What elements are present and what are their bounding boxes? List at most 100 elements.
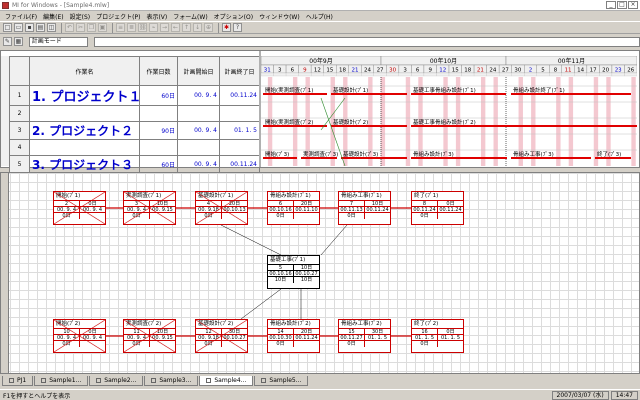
close-button[interactable]: × xyxy=(628,1,638,9)
network-node[interactable]: 基礎設計(ﾌﾟ2) 12 30日 00. 9.18 00.10.27 0日 xyxy=(195,319,248,353)
end-cell[interactable]: 00.11.24 xyxy=(219,155,260,174)
network-node[interactable]: 基礎工事(ﾌﾟ1) 5 10日 00.10.16 00.10.27 10日 10日 xyxy=(267,255,320,289)
day-label: 17 xyxy=(590,68,597,74)
task-name-cell[interactable]: 1. プロジェクト１ xyxy=(29,85,140,106)
print-icon[interactable]: ▤ xyxy=(36,23,45,32)
move-down-icon[interactable]: ↓ xyxy=(193,23,202,32)
network-node[interactable]: 開始(ﾌﾟ1) 2 0日 00. 9. 4 00. 9. 4 0日 xyxy=(53,191,106,225)
end-cell[interactable] xyxy=(219,105,260,122)
row-number[interactable]: 5 xyxy=(9,155,30,174)
end-cell[interactable]: 00.11.24 xyxy=(219,85,260,106)
col-header-name[interactable]: 作業名 xyxy=(29,56,140,86)
row-number[interactable]: 4 xyxy=(9,139,30,156)
network-node[interactable]: 骨組み工事(ﾌﾟ2) 15 30日 00.11.27 01. 1. 5 0日 xyxy=(338,319,391,353)
start-cell[interactable] xyxy=(177,139,220,156)
network-node[interactable]: 終了(ﾌﾟ1) 8 0日 00.11.24 00.11.24 0日 xyxy=(411,191,464,225)
network-diagram[interactable]: 開始(ﾌﾟ1) 2 0日 00. 9. 4 00. 9. 4 0日 実測調査(ﾌﾟ1) 3 10… xyxy=(0,172,640,374)
table-row[interactable]: 4 xyxy=(9,139,260,156)
calculate-icon[interactable]: ✱ xyxy=(222,23,231,32)
link-icon[interactable]: ⛓ xyxy=(138,23,147,32)
end-cell[interactable] xyxy=(219,139,260,156)
menu-view[interactable]: 表示(V) xyxy=(143,12,170,21)
copy-icon[interactable]: ❐ xyxy=(87,23,96,32)
menu-form[interactable]: フォーム(W) xyxy=(170,12,210,21)
table-row[interactable]: 5 3. プロジェクト３ 60日 00. 9. 4 00.11.24 xyxy=(9,155,260,174)
cell-edit-input[interactable] xyxy=(93,36,640,47)
days-cell[interactable]: 60日 xyxy=(139,155,178,174)
cut-icon[interactable]: ✂ xyxy=(76,23,85,32)
move-up-icon[interactable]: ↑ xyxy=(182,23,191,32)
outdent-icon[interactable]: ← xyxy=(171,23,180,32)
network-node[interactable]: 実測調査(ﾌﾟ2) 11 10日 00. 9. 4 00. 9.15 0日 xyxy=(123,319,176,353)
network-node[interactable]: 開始(ﾌﾟ2) 10 0日 00. 9. 4 00. 9. 4 0日 xyxy=(53,319,106,353)
days-cell[interactable]: 90日 xyxy=(139,121,178,140)
gantt-bar-label: 基礎設計(ﾌﾟ2) xyxy=(333,118,368,126)
undo-icon[interactable]: ↶ xyxy=(65,23,74,32)
weekday-cell xyxy=(524,72,537,77)
paste-icon[interactable]: ▣ xyxy=(98,23,107,32)
save-icon[interactable]: ▪ xyxy=(25,23,34,32)
day-label: 12 xyxy=(439,68,446,74)
help-icon[interactable]: ? xyxy=(233,23,242,32)
end-cell[interactable]: 01. 1. 5 xyxy=(219,121,260,140)
task-name-cell[interactable]: 2. プロジェクト２ xyxy=(29,121,140,140)
network-node[interactable]: 基礎設計(ﾌﾟ1) 4 20日 00. 9.18 00.10.13 0日 xyxy=(195,191,248,225)
gantt-chart-svg[interactable]: 00年9月 00年10月 00年11月 31 3 6 9 12 15 18 21 24 27 30 3 6 9 1… xyxy=(261,56,637,166)
task-name-cell[interactable]: 3. プロジェクト３ xyxy=(29,155,140,174)
unlink-icon[interactable]: ⌁ xyxy=(149,23,158,32)
days-cell[interactable] xyxy=(139,105,178,122)
new-file-icon[interactable]: □ xyxy=(3,23,12,32)
menu-options[interactable]: オプション(O) xyxy=(211,12,256,21)
tab-sample4[interactable]: Sample4... xyxy=(199,376,254,386)
menu-help[interactable]: ヘルプ(H) xyxy=(303,12,336,21)
menu-window[interactable]: ウィンドウ(W) xyxy=(256,12,303,21)
row-number[interactable]: 1 xyxy=(9,85,30,106)
network-node[interactable]: 終了(ﾌﾟ2) 16 0日 01. 1. 5 01. 1. 5 0日 xyxy=(411,319,464,353)
zoom-icon[interactable]: ⊕ xyxy=(204,23,213,32)
task-name-cell[interactable] xyxy=(29,139,140,156)
table-row[interactable]: 2 xyxy=(9,105,260,122)
network-node[interactable]: 骨組み工事(ﾌﾟ1) 7 10日 00.11.13 00.11.24 0日 xyxy=(338,191,391,225)
start-cell[interactable]: 00. 9. 4 xyxy=(177,85,220,106)
start-cell[interactable] xyxy=(177,105,220,122)
delete-row-icon[interactable]: ≣ xyxy=(127,23,136,32)
menu-settings[interactable]: 設定(S) xyxy=(67,12,94,21)
tab-sample2[interactable]: Sample2... xyxy=(89,376,144,386)
indent-icon[interactable]: → xyxy=(160,23,169,32)
node-cell: 00. 9.18 xyxy=(196,207,222,212)
row-number[interactable]: 3 xyxy=(9,121,30,140)
menu-project[interactable]: プロジェクト(P) xyxy=(93,12,143,21)
preview-icon[interactable]: ◫ xyxy=(47,23,56,32)
maximize-button[interactable]: □ xyxy=(617,1,627,9)
network-node[interactable]: 骨組み設計(ﾌﾟ2) 14 20日 00.10.30 00.11.24 0日 xyxy=(267,319,320,353)
day-label: 5 xyxy=(541,68,545,74)
table-row[interactable]: 3 2. プロジェクト２ 90日 00. 9. 4 01. 1. 5 xyxy=(9,121,260,140)
tab-sample3[interactable]: Sample3... xyxy=(144,376,199,386)
network-node[interactable]: 骨組み設計(ﾌﾟ1) 6 20日 00.10.16 00.11.10 0日 xyxy=(267,191,320,225)
days-cell[interactable]: 60日 xyxy=(139,85,178,106)
mode-select[interactable]: 計画モード xyxy=(28,36,88,47)
tab-sample1[interactable]: Sample1... xyxy=(34,376,89,386)
start-cell[interactable]: 00. 9. 4 xyxy=(177,121,220,140)
minimize-button[interactable]: _ xyxy=(606,1,616,9)
tab-sample5[interactable]: Sample5... xyxy=(254,376,309,386)
start-cell[interactable]: 00. 9. 4 xyxy=(177,155,220,174)
row-number[interactable]: 2 xyxy=(9,105,30,122)
col-header-days[interactable]: 作業日数 xyxy=(139,56,178,86)
task-name-cell[interactable] xyxy=(29,105,140,122)
days-cell[interactable] xyxy=(139,139,178,156)
view-icon[interactable]: ▦ xyxy=(13,37,23,46)
insert-row-icon[interactable]: ≡ xyxy=(116,23,125,32)
node-cell: 0日 xyxy=(196,213,222,219)
table-row[interactable]: 1 1. プロジェクト１ 60日 00. 9. 4 00.11.24 xyxy=(9,85,260,106)
menu-edit[interactable]: 編集(E) xyxy=(40,12,66,21)
open-folder-icon[interactable]: ▭ xyxy=(14,23,23,32)
app-icon[interactable] xyxy=(2,2,9,9)
gantt-timeline[interactable]: 00年9月 00年10月 00年11月 31 3 6 9 12 15 18 21 24 27 30 3 6 9 1… xyxy=(261,56,637,166)
menu-file[interactable]: ファイル(F) xyxy=(2,12,40,21)
col-header-start[interactable]: 計画開始日 xyxy=(177,56,220,86)
col-header-end[interactable]: 計画終了日 xyxy=(219,56,260,86)
tab-pj1[interactable]: PJ1 xyxy=(2,376,34,386)
network-node[interactable]: 実測調査(ﾌﾟ1) 3 10日 00. 9. 4 00. 9.15 0日 xyxy=(123,191,176,225)
pencil-icon[interactable]: ✎ xyxy=(3,37,12,46)
